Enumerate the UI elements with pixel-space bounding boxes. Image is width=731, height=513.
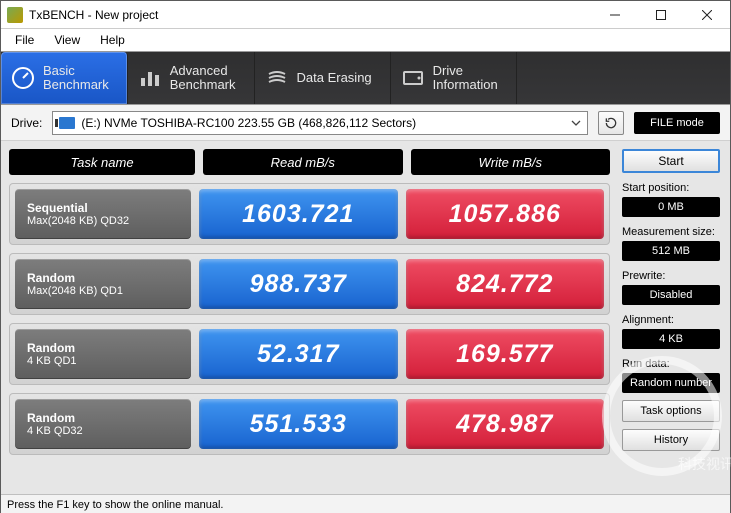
tab-label: Basic Benchmark	[43, 64, 109, 93]
bench-row: Random 4 KB QD1 52.317 169.577	[9, 323, 610, 385]
alignment-button[interactable]: 4 KB	[622, 329, 720, 349]
start-position-label: Start position:	[622, 182, 720, 194]
write-value: 478.987	[406, 399, 605, 449]
task-name: Random	[27, 341, 191, 355]
read-value: 551.533	[199, 399, 398, 449]
task-button-random-4k-qd32[interactable]: Random 4 KB QD32	[15, 399, 191, 449]
run-data-button[interactable]: Random number	[622, 373, 720, 393]
prewrite-button[interactable]: Disabled	[622, 285, 720, 305]
write-value: 169.577	[406, 329, 605, 379]
task-sub: Max(2048 KB) QD1	[27, 285, 191, 297]
bench-row: Random 4 KB QD32 551.533 478.987	[9, 393, 610, 455]
read-value: 52.317	[199, 329, 398, 379]
minimize-button[interactable]	[592, 1, 638, 29]
menu-file[interactable]: File	[7, 31, 42, 49]
task-name: Random	[27, 271, 191, 285]
tab-data-erasing[interactable]: Data Erasing	[255, 52, 391, 104]
menu-view[interactable]: View	[46, 31, 88, 49]
bench-row: Sequential Max(2048 KB) QD32 1603.721 10…	[9, 183, 610, 245]
drive-device-icon	[59, 117, 75, 129]
tab-drive-information[interactable]: Drive Information	[391, 52, 517, 104]
history-button[interactable]: History	[622, 429, 720, 451]
refresh-icon	[604, 116, 618, 130]
prewrite-label: Prewrite:	[622, 270, 720, 282]
task-button-random-max-qd1[interactable]: Random Max(2048 KB) QD1	[15, 259, 191, 309]
menu-help[interactable]: Help	[92, 31, 133, 49]
file-mode-button[interactable]: FILE mode	[634, 112, 720, 134]
write-value: 1057.886	[406, 189, 605, 239]
tab-basic-benchmark[interactable]: Basic Benchmark	[1, 52, 128, 104]
erase-icon	[265, 66, 289, 90]
gauge-icon	[11, 66, 35, 90]
menu-bar: File View Help	[1, 29, 730, 51]
tab-label: Drive Information	[433, 64, 498, 93]
drive-select-value: (E:) NVMe TOSHIBA-RC100 223.55 GB (468,8…	[81, 116, 416, 130]
task-sub: 4 KB QD32	[27, 425, 191, 437]
header-write: Write mB/s	[411, 149, 611, 175]
drive-row: Drive: (E:) NVMe TOSHIBA-RC100 223.55 GB…	[1, 105, 730, 141]
read-value: 1603.721	[199, 189, 398, 239]
status-text: Press the F1 key to show the online manu…	[7, 499, 223, 511]
header-read: Read mB/s	[203, 149, 403, 175]
drive-icon	[401, 66, 425, 90]
drive-select[interactable]: (E:) NVMe TOSHIBA-RC100 223.55 GB (468,8…	[52, 111, 588, 135]
tab-label: Advanced Benchmark	[170, 64, 236, 93]
refresh-button[interactable]	[598, 111, 624, 135]
bench-row: Random Max(2048 KB) QD1 988.737 824.772	[9, 253, 610, 315]
task-sub: Max(2048 KB) QD32	[27, 215, 191, 227]
measurement-size-label: Measurement size:	[622, 226, 720, 238]
task-button-sequential-qd32[interactable]: Sequential Max(2048 KB) QD32	[15, 189, 191, 239]
task-options-button[interactable]: Task options	[622, 400, 720, 422]
tab-advanced-benchmark[interactable]: Advanced Benchmark	[128, 52, 255, 104]
status-bar: Press the F1 key to show the online manu…	[1, 494, 730, 513]
maximize-button[interactable]	[638, 1, 684, 29]
start-position-button[interactable]: 0 MB	[622, 197, 720, 217]
chevron-down-icon	[571, 118, 581, 128]
write-value: 824.772	[406, 259, 605, 309]
run-data-label: Run data:	[622, 358, 720, 370]
title-bar: TxBENCH - New project	[1, 1, 730, 29]
app-icon	[7, 7, 23, 23]
task-name: Sequential	[27, 201, 191, 215]
benchmark-panel: Task name Read mB/s Write mB/s Sequentia…	[1, 141, 618, 494]
measurement-size-button[interactable]: 512 MB	[622, 241, 720, 261]
alignment-label: Alignment:	[622, 314, 720, 326]
column-headers: Task name Read mB/s Write mB/s	[9, 149, 610, 175]
ribbon-tabs: Basic Benchmark Advanced Benchmark Data …	[1, 51, 730, 105]
task-name: Random	[27, 411, 191, 425]
read-value: 988.737	[199, 259, 398, 309]
close-button[interactable]	[684, 1, 730, 29]
drive-label: Drive:	[11, 116, 42, 130]
window-title: TxBENCH - New project	[29, 8, 592, 22]
start-button[interactable]: Start	[622, 149, 720, 173]
header-task: Task name	[9, 149, 195, 175]
bars-icon	[138, 66, 162, 90]
task-sub: 4 KB QD1	[27, 355, 191, 367]
tab-label: Data Erasing	[297, 71, 372, 85]
side-panel: Start Start position: 0 MB Measurement s…	[618, 141, 730, 494]
task-button-random-4k-qd1[interactable]: Random 4 KB QD1	[15, 329, 191, 379]
